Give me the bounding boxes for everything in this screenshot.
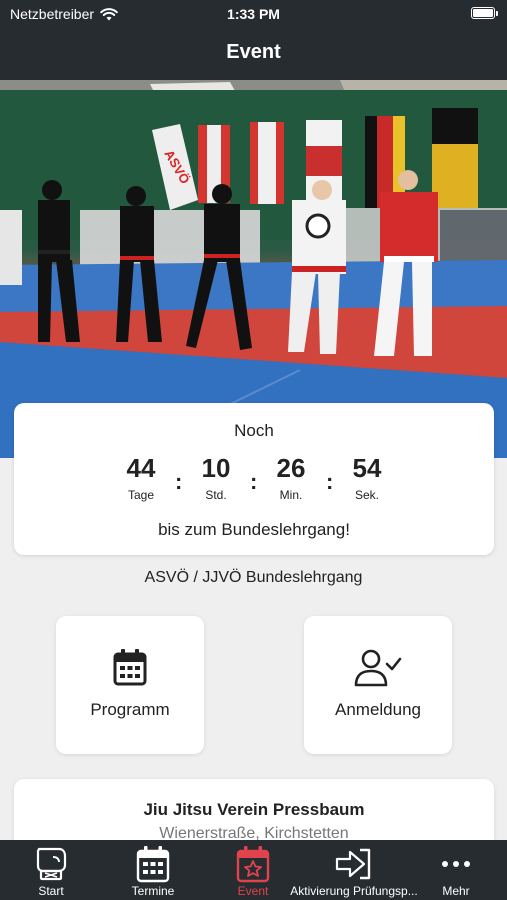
club-name: Jiu Jitsu Verein Pressbaum bbox=[143, 800, 365, 819]
event-name: ASVÖ / JJVÖ Bundeslehrgang bbox=[144, 569, 363, 586]
sign-in-icon bbox=[280, 844, 428, 884]
countdown-unit-label: Min. bbox=[279, 488, 303, 502]
countdown-seconds: 54 Sek. bbox=[327, 453, 407, 502]
countdown-suffix: bis zum Bundeslehrgang! bbox=[158, 520, 350, 539]
user-check-icon bbox=[304, 648, 452, 693]
countdown-value: 54 bbox=[352, 453, 382, 483]
calendar-icon bbox=[56, 648, 204, 693]
status-bar: Netzbetreiber 1:33 PM bbox=[0, 0, 507, 30]
tab-aktivierung[interactable]: Aktivierung Prüfungsp... bbox=[280, 840, 428, 900]
countdown-prefix: Noch bbox=[234, 421, 274, 440]
calendar-icon bbox=[102, 844, 204, 884]
tab-label: Termine bbox=[131, 884, 175, 898]
countdown-unit-label: Sek. bbox=[354, 488, 379, 502]
tab-start[interactable]: Start bbox=[0, 840, 102, 900]
countdown-card: Noch 44 Tage : 10 Std. : 26 Min. : 54 Se… bbox=[14, 403, 494, 555]
clock: 1:33 PM bbox=[227, 6, 280, 22]
event-hero-photo: ASVÖ bbox=[0, 80, 507, 458]
page-title: Event bbox=[226, 41, 281, 63]
countdown-hours: 10 Std. bbox=[176, 453, 256, 502]
countdown-minutes: 26 Min. bbox=[251, 453, 331, 502]
tab-label: Start bbox=[38, 884, 64, 898]
tile-label: Programm bbox=[90, 700, 170, 719]
countdown-unit-label: Std. bbox=[205, 488, 227, 502]
countdown-value: 26 bbox=[276, 453, 306, 483]
countdown-unit-label: Tage bbox=[127, 488, 155, 502]
tab-termine[interactable]: Termine bbox=[102, 840, 204, 900]
glove-icon bbox=[0, 844, 102, 884]
navigation-bar: Event bbox=[0, 30, 507, 80]
anmeldung-tile[interactable]: Anmeldung bbox=[304, 616, 452, 754]
tab-mehr[interactable]: Mehr bbox=[428, 840, 484, 900]
countdown-units: 44 Tage : 10 Std. : 26 Min. : 54 Sek. bbox=[14, 453, 494, 509]
tile-label: Anmeldung bbox=[334, 700, 421, 719]
more-icon bbox=[428, 844, 484, 884]
countdown-value: 10 bbox=[201, 453, 231, 483]
tab-bar: Start Termine Event Aktivierung Prüfungs… bbox=[0, 840, 507, 900]
tab-label: Mehr bbox=[442, 884, 470, 898]
countdown-days: 44 Tage bbox=[101, 453, 181, 502]
countdown-value: 44 bbox=[126, 453, 156, 483]
battery-icon bbox=[471, 7, 498, 19]
programm-tile[interactable]: Programm bbox=[56, 616, 204, 754]
tab-label: Aktivierung Prüfungsp... bbox=[290, 884, 418, 898]
